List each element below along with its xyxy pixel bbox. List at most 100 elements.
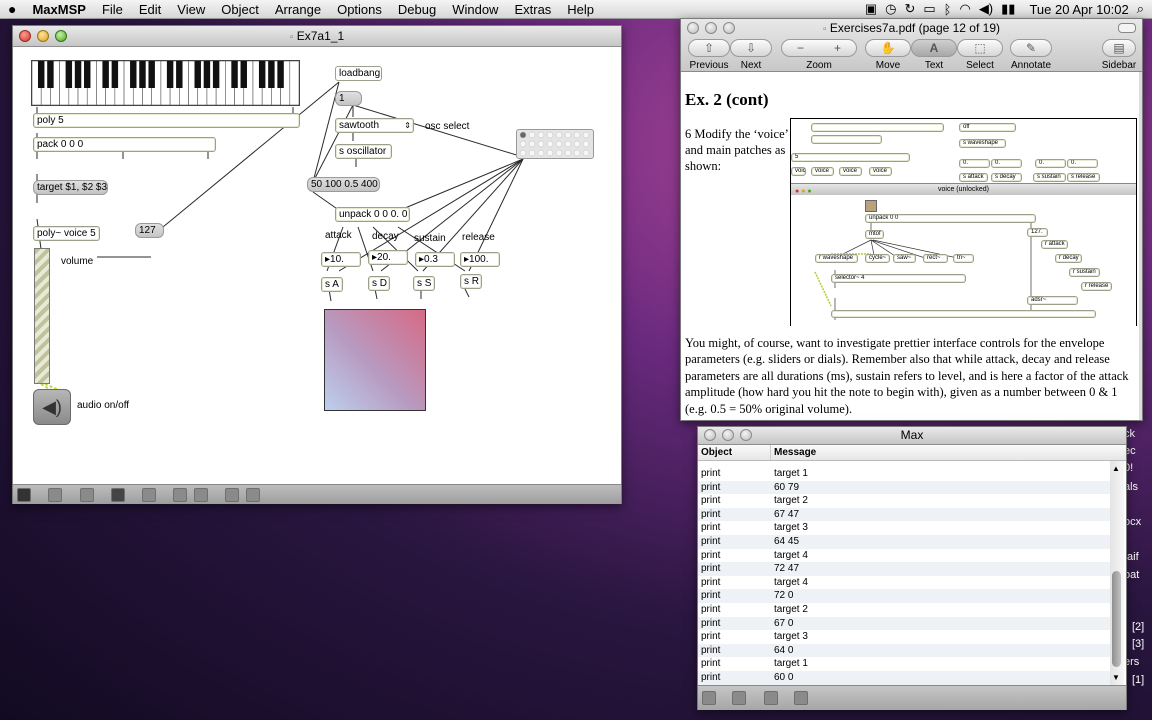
zoom-button[interactable]	[723, 22, 735, 34]
volume-gain-slider[interactable]	[34, 248, 50, 384]
console-row[interactable]: print target 4	[698, 548, 1110, 563]
audio-toggle-button[interactable]: ◀)	[33, 389, 71, 425]
s-oscillator-object[interactable]: s oscillator	[335, 144, 392, 159]
menu-edit[interactable]: Edit	[131, 2, 169, 17]
console-row[interactable]: print target 2	[698, 494, 1110, 508]
console-row[interactable]: print target 2	[698, 603, 1110, 617]
close-button[interactable]	[687, 22, 699, 34]
col-message-header[interactable]: Message	[774, 447, 816, 458]
close-button[interactable]	[19, 30, 31, 42]
clear-icon[interactable]	[702, 691, 716, 705]
value-127-message[interactable]: 127	[135, 223, 164, 238]
lock-icon[interactable]	[17, 488, 31, 502]
camera-icon[interactable]: ▣	[865, 1, 877, 17]
desktop-label[interactable]: [3]	[1132, 638, 1144, 650]
zoom-control[interactable]: − + Zoom	[781, 39, 857, 71]
menu-arrange[interactable]: Arrange	[267, 2, 329, 17]
menu-app[interactable]: MaxMSP	[24, 2, 93, 17]
info-icon[interactable]	[764, 691, 778, 705]
clock[interactable]: Tue 20 Apr 10:02	[1029, 2, 1128, 17]
menu-view[interactable]: View	[169, 2, 213, 17]
select-tool-button[interactable]: ⬚ Select	[957, 39, 1003, 71]
distribute-icon[interactable]	[194, 488, 208, 502]
next-button[interactable]: ⇩ Next	[729, 39, 773, 71]
target-message[interactable]: target $1, $2 $3	[33, 180, 108, 195]
scroll-up-arrow[interactable]: ▲	[1112, 464, 1120, 473]
decay-number-box[interactable]: ▸20.	[368, 250, 408, 265]
snap-icon[interactable]	[246, 488, 260, 502]
battery-icon[interactable]: ▮▮	[1001, 1, 1015, 17]
unpack-object[interactable]: unpack 0 0 0. 0	[335, 207, 410, 222]
console-row[interactable]: print 60 0	[698, 671, 1110, 685]
console-row[interactable]: print 64 45	[698, 535, 1110, 549]
text-tool-button[interactable]: A Text	[911, 39, 957, 71]
menu-extras[interactable]: Extras	[506, 2, 559, 17]
s-s-object[interactable]: s S	[413, 276, 435, 291]
info-icon[interactable]	[142, 488, 156, 502]
menu-file[interactable]: File	[94, 2, 131, 17]
menu-options[interactable]: Options	[329, 2, 390, 17]
sustain-number-box[interactable]: ▸0.3	[415, 252, 455, 267]
annotate-button[interactable]: ✎ Annotate	[1007, 39, 1055, 71]
console-row[interactable]: print target 4	[698, 575, 1110, 590]
presentation-icon[interactable]	[111, 488, 125, 502]
apple-icon[interactable]: ●	[0, 1, 24, 17]
patcher-titlebar[interactable]: ▫ Ex7a1_1	[13, 26, 621, 47]
pdf-page[interactable]: Ex. 2 (cont) 6 Modify the ‘voice’ and ma…	[681, 72, 1139, 420]
move-tool-button[interactable]: ✋ Move	[865, 39, 911, 71]
sawtooth-umenu[interactable]: sawtooth ⇕	[335, 118, 414, 133]
bluetooth-icon[interactable]: ᛒ	[944, 2, 952, 17]
sync-icon[interactable]: ↻	[904, 1, 915, 17]
desktop-label[interactable]: [2]	[1132, 621, 1144, 633]
s-a-object[interactable]: s A	[321, 277, 343, 292]
menu-object[interactable]: Object	[213, 2, 267, 17]
console-row[interactable]: print 64 0	[698, 643, 1110, 658]
console-row[interactable]: print target 1	[698, 467, 1110, 481]
minimize-button[interactable]	[705, 22, 717, 34]
color-swatch[interactable]	[324, 309, 426, 411]
new-object-icon[interactable]	[48, 488, 62, 502]
keyboard-slider[interactable]	[31, 60, 300, 106]
close-button[interactable]	[704, 429, 716, 441]
minimize-button[interactable]	[37, 30, 49, 42]
pdf-scrollbar[interactable]	[1139, 72, 1142, 420]
release-number-box[interactable]: ▸100.	[460, 252, 500, 267]
wifi-icon[interactable]: ◠	[959, 1, 970, 17]
console-row[interactable]: print target 3	[698, 630, 1110, 644]
grid-icon[interactable]	[225, 488, 239, 502]
zoom-in-icon[interactable]: +	[834, 41, 841, 55]
matrix-control[interactable]	[516, 129, 594, 159]
s-r-object[interactable]: s R	[460, 274, 482, 289]
console-row[interactable]: print target 1	[698, 657, 1110, 671]
console-scrollbar[interactable]: ▲ ▼	[1110, 461, 1124, 685]
timestamp-icon[interactable]	[732, 691, 746, 705]
console-list[interactable]: print target 1 print 60 79 print target 2 prin…	[698, 467, 1110, 685]
scroll-thumb[interactable]	[1112, 571, 1121, 667]
s-d-object[interactable]: s D	[368, 276, 390, 291]
console-row[interactable]: print 60 79	[698, 480, 1110, 495]
display-icon[interactable]: ▭	[923, 1, 935, 17]
polyvoice-object[interactable]: poly~ voice 5	[33, 226, 100, 241]
time-machine-icon[interactable]: ◷	[885, 1, 896, 17]
zoom-button[interactable]	[740, 429, 752, 441]
loadbang-object[interactable]: loadbang	[335, 66, 382, 81]
move-icon[interactable]	[80, 488, 94, 502]
col-object-header[interactable]: Object	[701, 447, 732, 458]
sidebar-button[interactable]: ▤ Sidebar	[1097, 39, 1141, 71]
menu-debug[interactable]: Debug	[390, 2, 444, 17]
one-message[interactable]: 1	[335, 91, 362, 106]
console-row[interactable]: print 67 0	[698, 616, 1110, 631]
volume-icon[interactable]: ◀)	[979, 1, 993, 17]
pack-object[interactable]: pack 0 0 0	[33, 137, 216, 152]
pdf-titlebar[interactable]: ▫ Exercises7a.pdf (page 12 of 19)	[681, 19, 1142, 37]
patcher-canvas[interactable]: poly 5 pack 0 0 0 target $1, $2 $3 poly~…	[13, 47, 621, 484]
console-row[interactable]: print 72 47	[698, 562, 1110, 576]
attack-number-box[interactable]: ▸10.	[321, 252, 361, 267]
menu-window[interactable]: Window	[444, 2, 506, 17]
console-row[interactable]: print 67 47	[698, 507, 1110, 522]
find-icon[interactable]	[794, 691, 808, 705]
envelope-message[interactable]: 50 100 0.5 400	[307, 177, 380, 192]
console-titlebar[interactable]: Max	[698, 427, 1126, 445]
previous-button[interactable]: ⇧ Previous	[687, 39, 731, 71]
desktop-label[interactable]: [1]	[1132, 674, 1144, 686]
